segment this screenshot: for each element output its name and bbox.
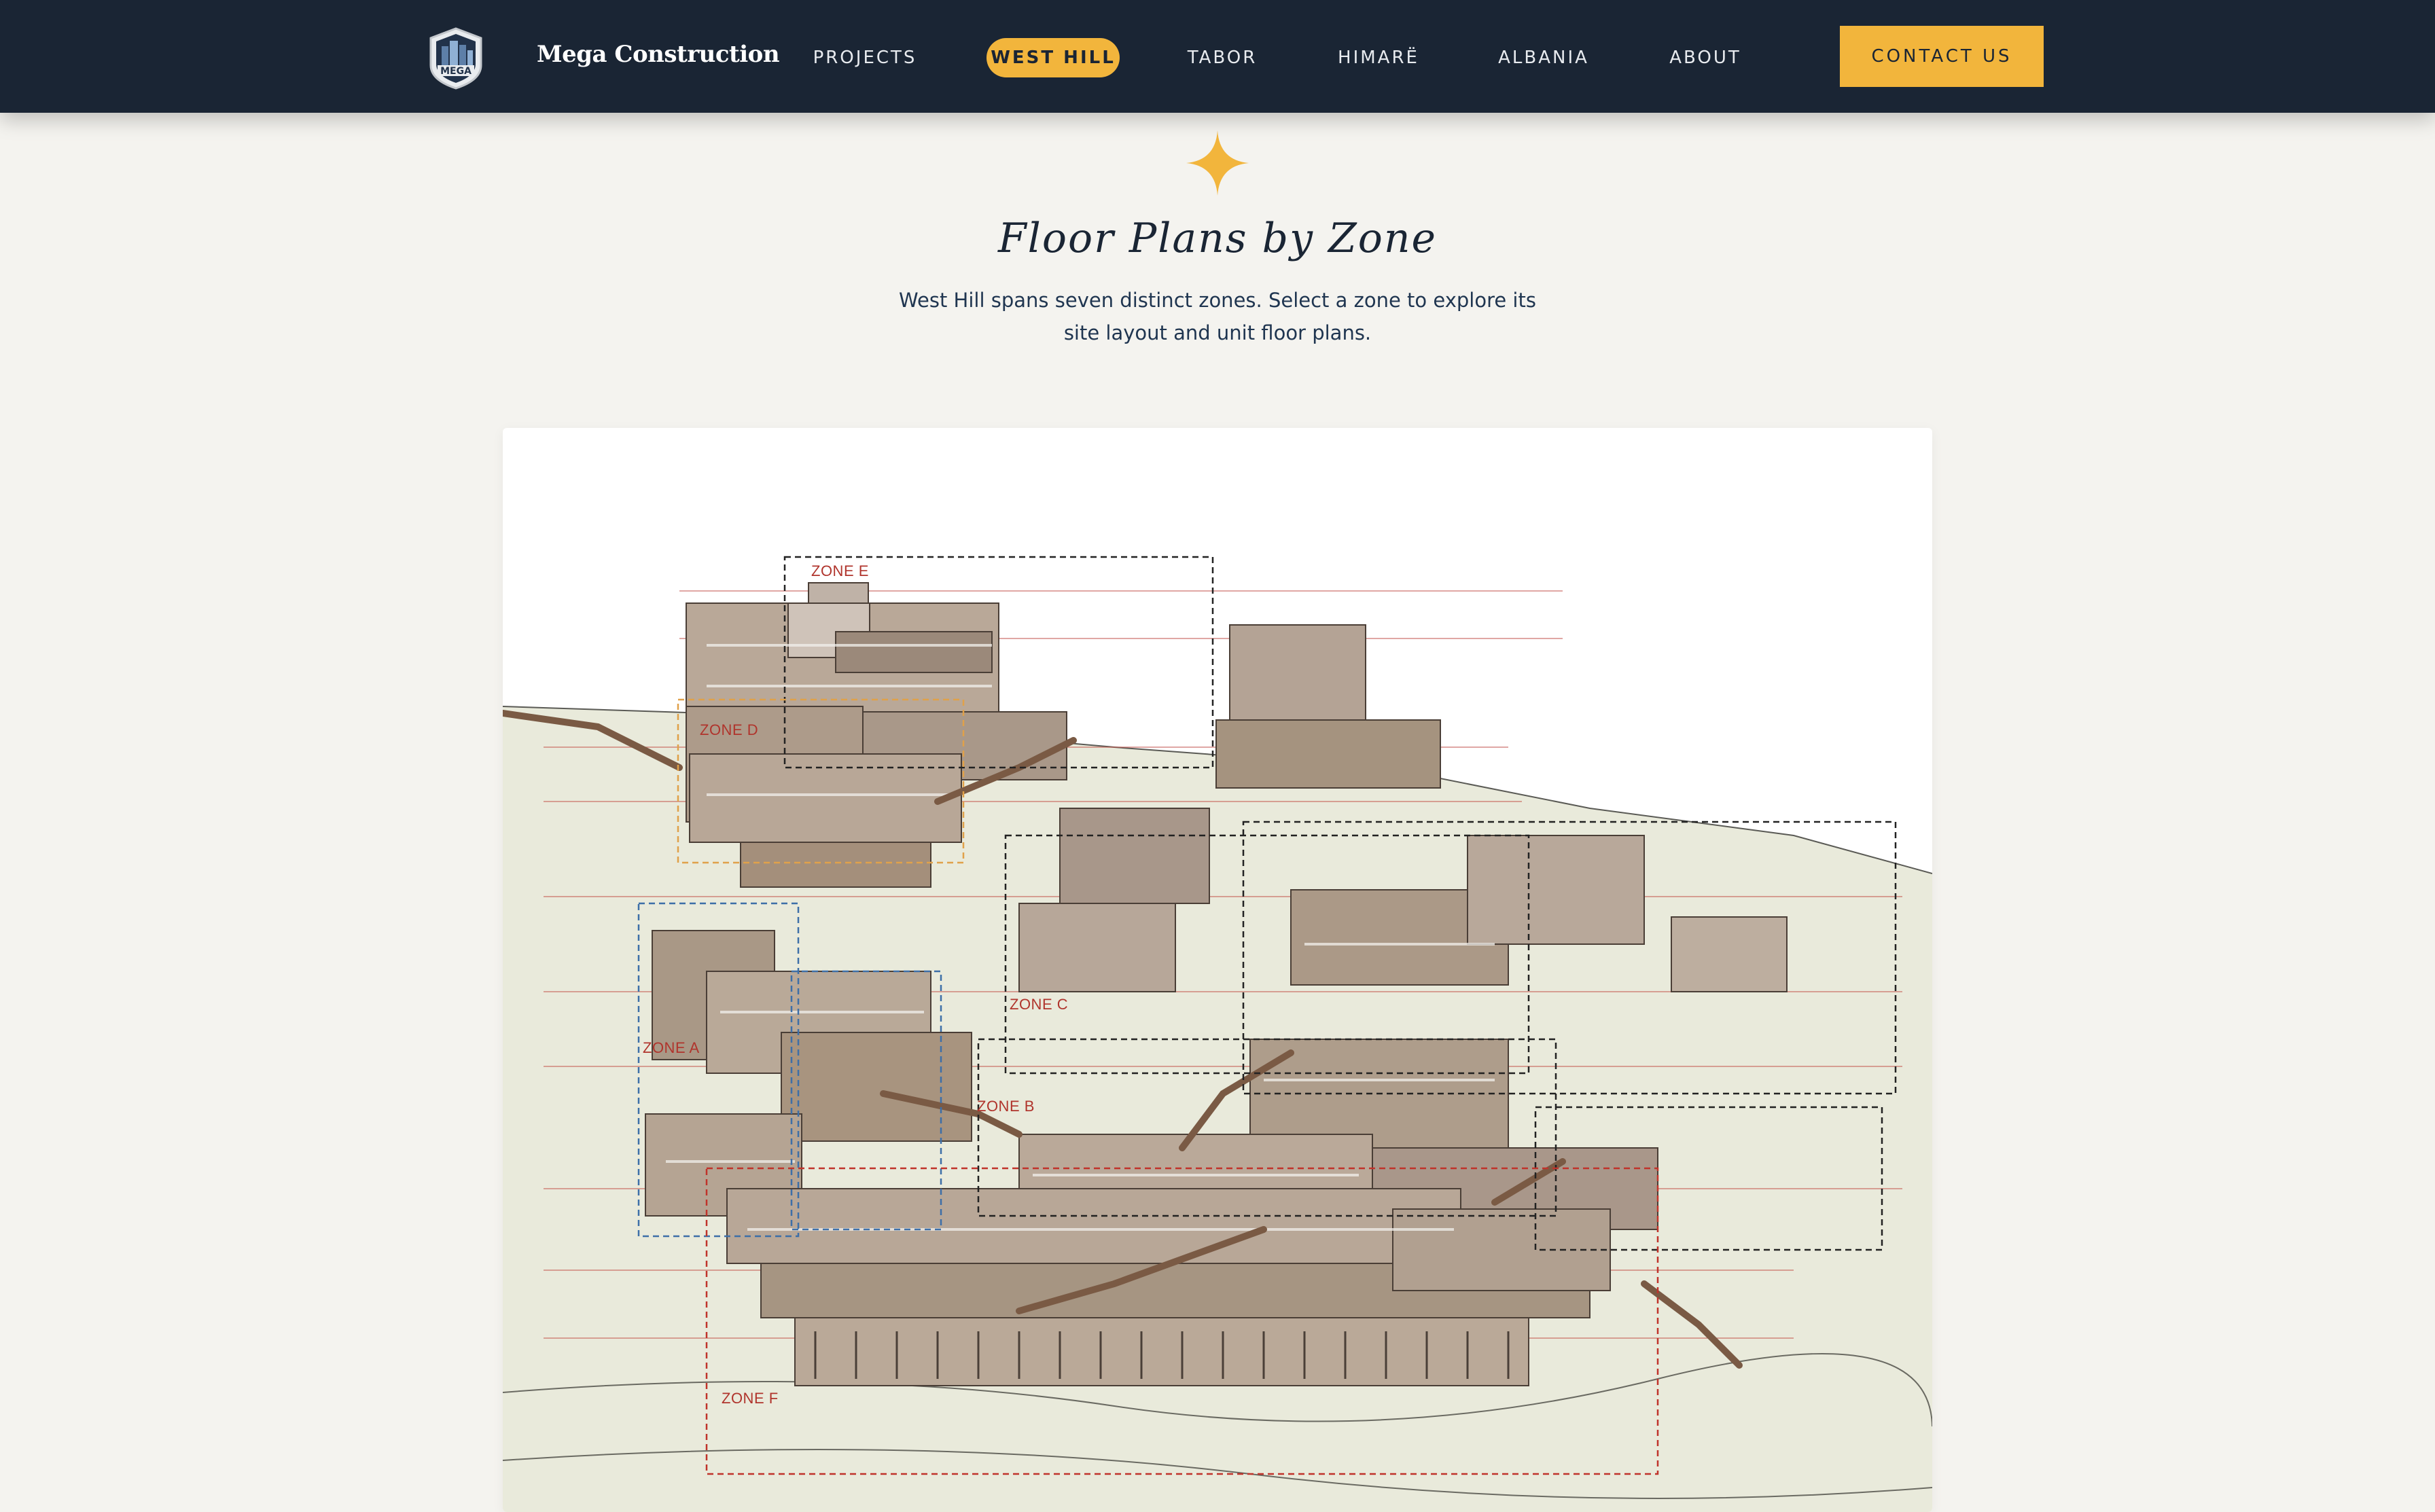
nav-item-projects[interactable]: PROJECTS [802,38,928,77]
zone-c-label[interactable]: ZONE C [1010,996,1068,1013]
zone-d-label[interactable]: ZONE D [700,721,758,739]
nav-item-himare[interactable]: HIMARË [1328,38,1429,77]
section-title: Floor Plans by Zone [998,215,1437,262]
nav-item-tabor[interactable]: TABOR [1175,38,1269,77]
zone-b-label[interactable]: ZONE B [977,1098,1035,1115]
nav-item-albania[interactable]: ALBANIA [1492,38,1595,77]
sparkle-star-icon [1186,130,1249,196]
section-description: West Hill spans seven distinct zones. Se… [899,289,1536,344]
zone-e-label[interactable]: ZONE E [811,562,869,580]
zone-f-label[interactable]: ZONE F [722,1390,779,1407]
site-elevation-drawing [503,556,1932,1512]
nav-item-about[interactable]: ABOUT [1658,38,1753,77]
zone-a-label[interactable]: ZONE A [643,1039,700,1057]
svg-text:MEGA: MEGA [440,66,472,77]
brand-name[interactable]: Mega Construction [537,41,780,68]
top-navigation-bar: MEGA Mega Construction PROJECTS WEST HIL… [0,0,2435,113]
site-plan-card[interactable]: ZONE E ZONE D ZONE A ZONE C ZONE B ZONE … [503,428,1932,1512]
mega-logo-icon[interactable]: MEGA [427,26,485,90]
nav-item-west-hill[interactable]: WEST HILL [987,38,1120,77]
contact-us-button[interactable]: CONTACT US [1840,26,2044,87]
